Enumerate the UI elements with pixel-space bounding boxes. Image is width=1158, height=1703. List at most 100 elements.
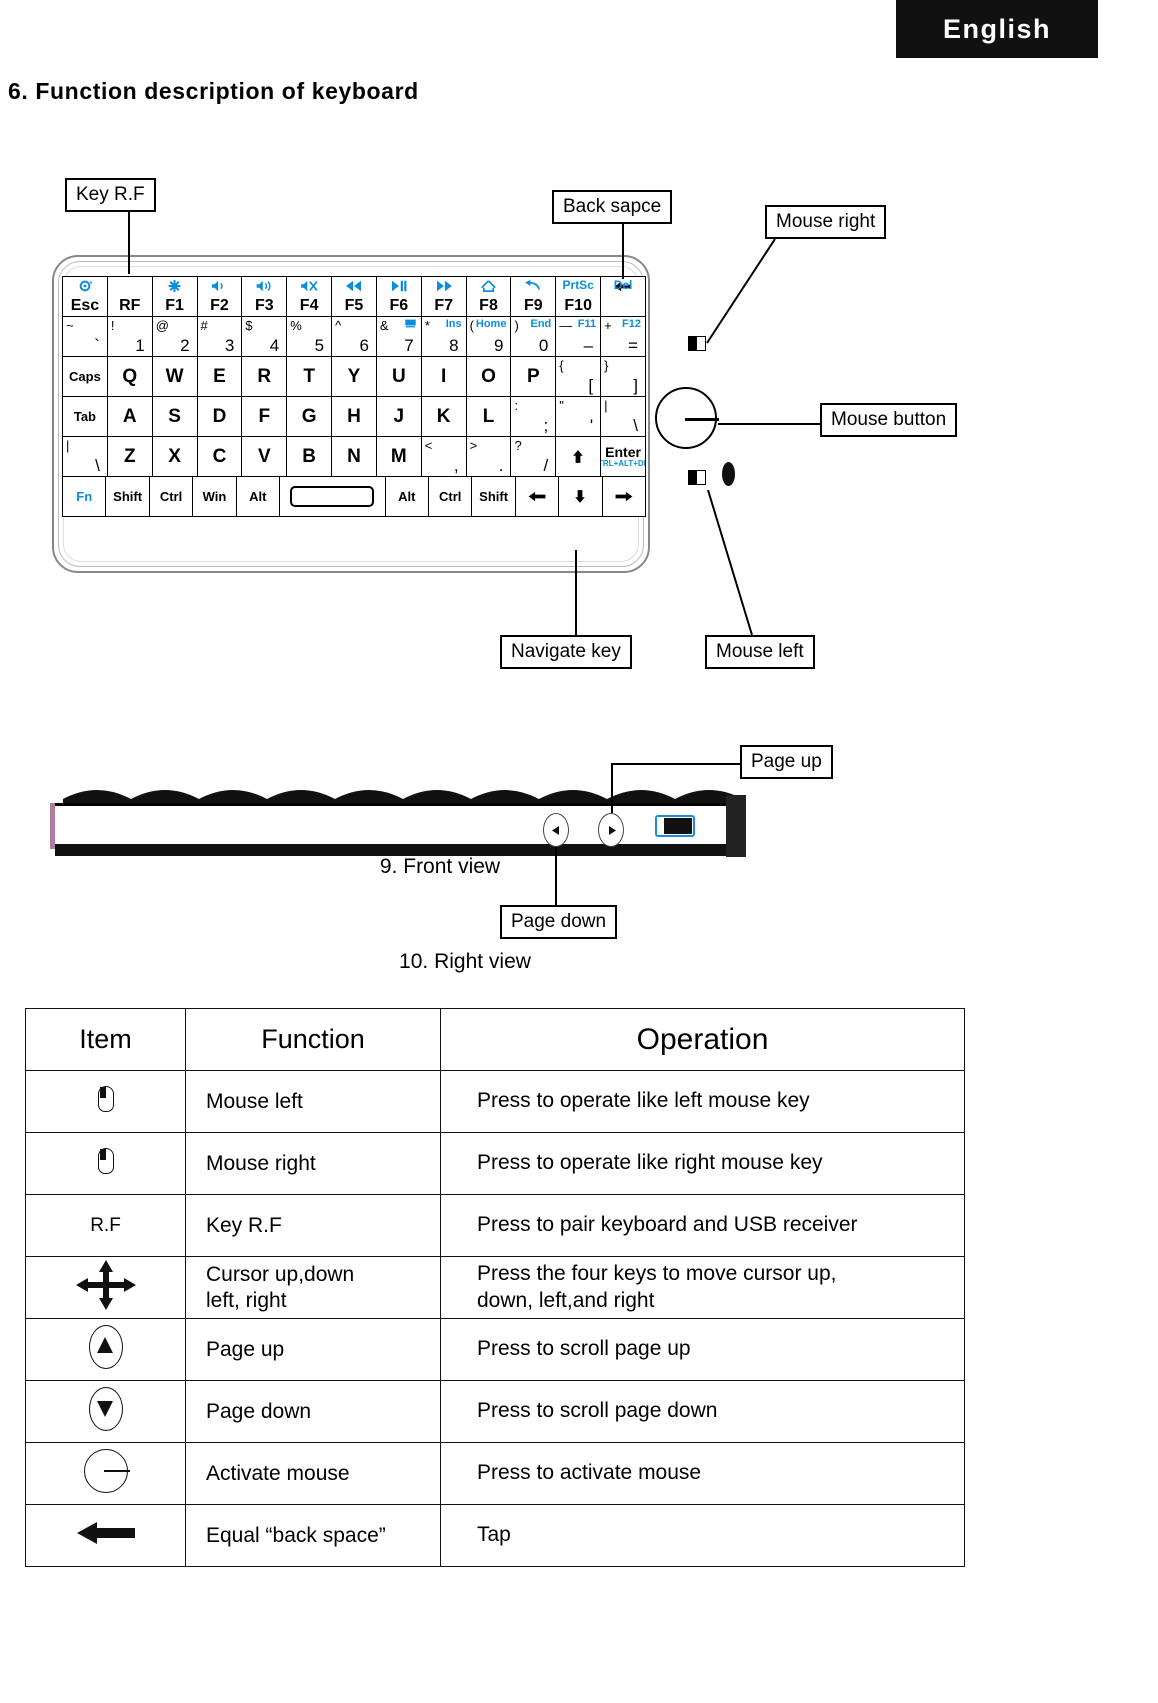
key-[interactable]: }] [600, 356, 646, 397]
key-c[interactable]: C [196, 436, 243, 477]
leader-mouse-right [706, 238, 776, 344]
key-right-arrow-icon[interactable] [601, 476, 647, 517]
key-[interactable]: <, [420, 436, 467, 477]
key-b[interactable]: B [286, 436, 333, 477]
table-row: Activate mouse Press to activate mouse [25, 1442, 965, 1505]
key-5[interactable]: % 5 [286, 316, 333, 357]
key-h[interactable]: H [331, 396, 377, 437]
back-icon [511, 279, 555, 296]
key-7[interactable]: & 7 [375, 316, 422, 357]
key-[interactable]: >. [465, 436, 512, 477]
key-f5[interactable]: F5 [331, 276, 377, 317]
key-[interactable]: ? / [510, 436, 557, 477]
key-g[interactable]: G [286, 396, 333, 437]
mouse-left-button[interactable] [688, 470, 706, 485]
key-f6[interactable]: F6 [375, 276, 422, 317]
key-ctrl[interactable]: Ctrl [428, 476, 473, 517]
key-label: Shift [113, 489, 143, 504]
keyboard-row: Fn Shift Ctrl Win Alt Alt Ctrl Shift [62, 476, 647, 517]
power-switch[interactable] [655, 815, 695, 837]
key-o[interactable]: O [465, 356, 512, 397]
key-label: P [527, 365, 540, 387]
key-[interactable]: — F11 – [555, 316, 602, 357]
key-p[interactable]: P [510, 356, 557, 397]
key-a[interactable]: A [106, 396, 153, 437]
key-[interactable]: + F12 = [600, 316, 646, 357]
activate-mouse-icon [83, 1449, 130, 1493]
key-rf[interactable]: RF [106, 276, 153, 317]
cell-function: Mouse left [185, 1070, 441, 1133]
key-[interactable]: | \ [62, 436, 108, 477]
key-m[interactable]: M [375, 436, 422, 477]
key-v[interactable]: V [241, 436, 288, 477]
key-r[interactable]: R [241, 356, 288, 397]
key-i[interactable]: I [420, 356, 467, 397]
key-key[interactable]: Del [600, 276, 646, 317]
key-z[interactable]: Z [106, 436, 153, 477]
key-f1[interactable]: F1 [151, 276, 198, 317]
key-alt[interactable]: Alt [384, 476, 430, 517]
key-space[interactable] [279, 476, 386, 517]
key-[interactable]: ~ ` [62, 316, 108, 357]
activate-mouse-button[interactable] [655, 387, 719, 449]
key-q[interactable]: Q [106, 356, 153, 397]
key-n[interactable]: N [331, 436, 377, 477]
key-fn[interactable]: Fn [62, 476, 107, 517]
key-base-label: ] [633, 376, 638, 395]
key-t[interactable]: T [286, 356, 333, 397]
key-esc[interactable]: Esc [62, 276, 108, 317]
key-6[interactable]: ^ 6 [331, 316, 377, 357]
key-1[interactable]: ! 1 [106, 316, 153, 357]
key-[interactable]: " ' [555, 396, 602, 437]
key-alt[interactable]: Alt [235, 476, 281, 517]
callout-back-space-label: Back sapce [563, 196, 662, 217]
key-3[interactable]: #3 [196, 316, 243, 357]
key-tab[interactable]: Tab [62, 396, 108, 437]
key-d[interactable]: D [196, 396, 243, 437]
key-f8[interactable]: F8 [465, 276, 512, 317]
key-w[interactable]: W [151, 356, 198, 397]
key-up-arrow-icon[interactable] [555, 436, 602, 477]
key-2[interactable]: @2 [151, 316, 198, 357]
key-shift[interactable]: Shift [105, 476, 150, 517]
page-down-button[interactable] [543, 813, 569, 847]
key-9[interactable]: (Home 9 [465, 316, 512, 357]
key-f10[interactable]: PrtSc F10 [555, 276, 602, 317]
key-fn-label: F11 [577, 318, 597, 330]
key-f4[interactable]: F4 [286, 276, 333, 317]
page-up-button[interactable] [598, 813, 624, 847]
key-f7[interactable]: F7 [420, 276, 467, 317]
key-x[interactable]: X [151, 436, 198, 477]
key-e[interactable]: E [196, 356, 243, 397]
side-right-edge [726, 795, 746, 857]
key-f2[interactable]: F2 [196, 276, 243, 317]
key-f9[interactable]: F9 [510, 276, 557, 317]
key-caps[interactable]: Caps [62, 356, 108, 397]
key-j[interactable]: J [375, 396, 422, 437]
key-0[interactable]: ) End 0 [510, 316, 557, 357]
key-label: G [301, 405, 317, 427]
key-y[interactable]: Y [331, 356, 377, 397]
key-win[interactable]: Win [192, 476, 237, 517]
key-[interactable]: | \ [600, 396, 646, 437]
key-down-arrow-icon[interactable] [558, 476, 603, 517]
key-[interactable]: :; [510, 396, 557, 437]
cell-operation: Press to scroll page up [440, 1318, 965, 1381]
key-label: K [436, 405, 451, 427]
leader-mouse-left [707, 489, 753, 636]
key-shift[interactable]: Shift [471, 476, 516, 517]
key-k[interactable]: K [420, 396, 467, 437]
key-u[interactable]: U [375, 356, 422, 397]
key-l[interactable]: L [465, 396, 512, 437]
key-enter[interactable]: EnterCTRL+ALT+DEL [600, 436, 646, 477]
key-f3[interactable]: F3 [241, 276, 288, 317]
key-shift-label: { [559, 358, 564, 373]
key-f[interactable]: F [241, 396, 288, 437]
key-ctrl[interactable]: Ctrl [148, 476, 194, 517]
key-left-arrow-icon[interactable] [514, 476, 560, 517]
key-label: Q [122, 365, 138, 387]
key-8[interactable]: * Ins 8 [420, 316, 467, 357]
key-s[interactable]: S [151, 396, 198, 437]
key-4[interactable]: $4 [241, 316, 288, 357]
key-[interactable]: {[ [555, 356, 602, 397]
